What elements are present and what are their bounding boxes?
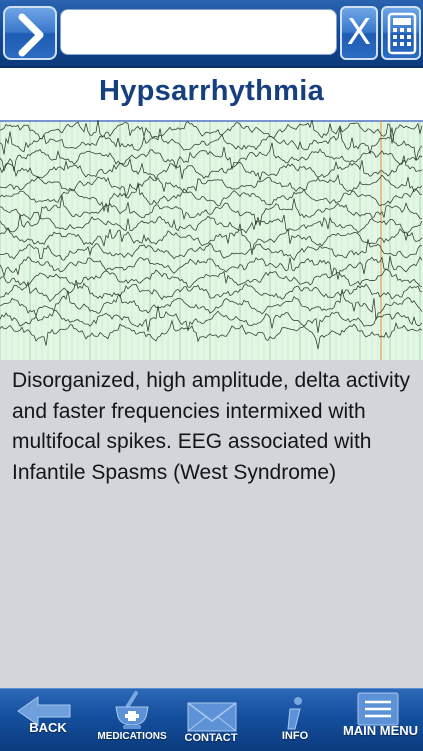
contact-button[interactable]: CONTACT: [178, 689, 244, 751]
medications-button[interactable]: MEDICATIONS: [96, 689, 168, 751]
clear-x-icon: X: [346, 12, 372, 53]
mortar-pestle-icon: [115, 691, 149, 729]
info-label: INFO: [281, 730, 309, 742]
description-text: Disorganized, high amplitude, delta acti…: [12, 369, 411, 484]
calculator-button[interactable]: [381, 6, 421, 60]
envelope-icon: [187, 702, 237, 732]
main-menu-button[interactable]: MAIN MENU: [338, 689, 423, 751]
go-button[interactable]: [3, 6, 57, 60]
calculator-icon: [387, 12, 417, 55]
main-menu-label: MAIN MENU: [342, 723, 419, 738]
back-label: BACK: [29, 720, 67, 735]
back-button[interactable]: BACK: [0, 689, 96, 751]
clear-button[interactable]: X: [340, 6, 378, 60]
medications-label: MEDICATIONS: [97, 731, 167, 742]
contact-label: CONTACT: [184, 732, 238, 744]
search-input[interactable]: [60, 9, 337, 55]
info-button[interactable]: INFO: [262, 689, 328, 751]
info-icon: [287, 697, 302, 730]
eeg-tracing-image: [0, 120, 423, 360]
chevron-right-icon: [18, 13, 44, 57]
title-band: Hypsarrhythmia: [0, 68, 423, 120]
bottom-nav-bar: BACK MEDICATIONS CONTACT INFO MAIN MENU: [0, 688, 423, 751]
eeg-tracing: [0, 120, 423, 360]
top-search-bar: X: [0, 0, 423, 68]
page-title: Hypsarrhythmia: [99, 75, 324, 107]
